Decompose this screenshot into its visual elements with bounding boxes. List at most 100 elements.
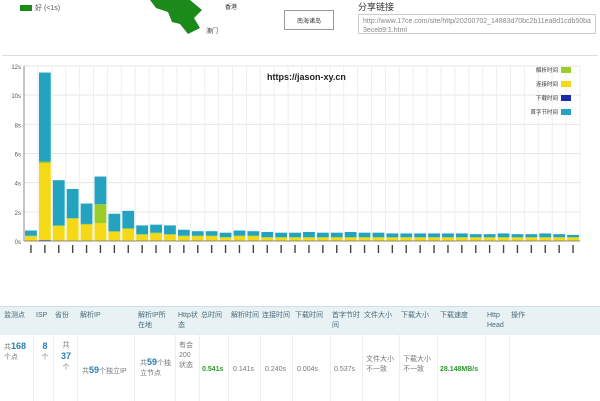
bar-segment (261, 237, 273, 238)
bar-segment (428, 237, 440, 238)
bar-segment (164, 234, 176, 235)
cell-download-time: 0.004s (297, 365, 318, 375)
col-action: 操作 (511, 311, 535, 321)
col-http-head: Http Head (487, 311, 507, 331)
bar-segment (414, 237, 426, 238)
bar-segment (220, 233, 232, 237)
bar-segment (108, 231, 120, 232)
bar-segment (289, 238, 301, 241)
col-divider (199, 335, 200, 401)
bar-segment (359, 233, 371, 237)
bar-segment (512, 237, 524, 238)
col-resolve-time: 解析时间 (231, 311, 259, 321)
bar-segment (414, 238, 426, 241)
col-download-time: 下载时间 (295, 311, 329, 321)
bar-segment (400, 238, 412, 241)
col-download-speed: 下载速度 (440, 311, 484, 321)
col-divider (77, 335, 78, 401)
bar-segment (192, 231, 204, 235)
summary-table: 监测点 ISP 省份 解析IP 解析IP所在地 Http状态 总时间 解析时间 … (0, 306, 600, 401)
bar-segment (567, 235, 579, 237)
bar-segment (122, 228, 134, 229)
legend-label: 下载时间 (536, 94, 558, 102)
legend-label: 连接时间 (536, 80, 558, 88)
map-label-hongkong: 香港 (225, 2, 237, 11)
cell-connect-time: 0.240s (265, 365, 286, 375)
bar-segment (261, 238, 273, 241)
bar-segment (484, 237, 496, 238)
col-divider (175, 335, 176, 401)
legend-swatch (561, 67, 571, 73)
col-http-status: Http状态 (178, 311, 198, 331)
bar-segment (317, 237, 329, 238)
bar-segment (289, 237, 301, 238)
bar-segment (498, 233, 510, 237)
bar-segment (150, 225, 162, 233)
bar-segment (25, 236, 37, 237)
col-divider (509, 335, 510, 401)
col-file-size: 文件大小 (364, 311, 400, 321)
bar-segment (512, 238, 524, 241)
bar-segment (164, 225, 176, 234)
legend-swatch (561, 81, 571, 87)
bar-segment (81, 204, 93, 224)
bar-segment (95, 204, 107, 223)
bar-segment (234, 231, 246, 236)
bar-segment (95, 223, 107, 241)
bar-segment (53, 225, 65, 226)
south-sea-inset: 南海诸岛 (284, 10, 334, 30)
bar-segment (317, 238, 329, 241)
bar-segment (553, 234, 565, 237)
bar-segment (317, 233, 329, 237)
bar-segment (456, 237, 468, 238)
bar-segment (400, 233, 412, 237)
col-monitor: 监测点 (4, 311, 34, 321)
bar-segment (470, 238, 482, 241)
bar-segment (206, 236, 218, 237)
legend-good-label: 好 (<1s) (35, 3, 60, 13)
bar-segment (39, 73, 51, 162)
y-tick-label: 10s (11, 94, 21, 100)
bar-segment (136, 235, 148, 241)
bar-segment (539, 237, 551, 238)
bar-segment (206, 236, 218, 240)
bar-segment (539, 238, 551, 241)
col-divider (134, 335, 135, 401)
col-divider (33, 335, 34, 401)
bar-segment (192, 236, 204, 237)
bar-segment (39, 162, 51, 163)
cell-file-size: 文件大小不一致 (366, 355, 396, 375)
col-province: 省份 (55, 311, 77, 321)
bar-segment (386, 237, 398, 238)
cell-total-time: 0.541s (202, 365, 223, 375)
y-tick-label: 0s (15, 240, 21, 246)
col-connect-time: 连接时间 (262, 311, 290, 321)
bar-segment (136, 234, 148, 235)
share-link-title: 分享链接 (358, 0, 394, 13)
bar-segment (525, 234, 537, 237)
bar-segment (67, 218, 79, 219)
chart-canvas: 0s2s4s6s8s10s12shttps://jason-xy.cn解析时间连… (2, 56, 598, 306)
bar-segment (414, 233, 426, 237)
bar-segment (512, 234, 524, 237)
bar-segment (359, 237, 371, 238)
col-isp: ISP (36, 311, 52, 321)
bar-segment (567, 237, 579, 238)
bar-segment (400, 237, 412, 238)
bar-segment (345, 232, 357, 237)
bar-segment (567, 238, 579, 241)
share-link-field[interactable]: http://www.17ce.com/site/http/20200702_1… (358, 14, 596, 34)
bar-segment (67, 189, 79, 218)
cell-location-count: 共59个独立节点 (140, 357, 174, 379)
bar-segment (373, 233, 385, 237)
bar-segment (553, 237, 565, 238)
col-divider (437, 335, 438, 401)
bar-segment (81, 224, 93, 225)
y-tick-label: 12s (11, 65, 21, 71)
y-tick-label: 4s (15, 182, 21, 188)
cell-province-count: 共37个 (58, 341, 74, 373)
bar-segment (442, 237, 454, 238)
col-resolved-ip: 解析IP (80, 311, 130, 321)
top-panel: 好 (<1s) 香港 澳门 南海诸岛 分享链接 http://www.17ce.… (0, 0, 600, 48)
bar-segment (275, 233, 287, 237)
